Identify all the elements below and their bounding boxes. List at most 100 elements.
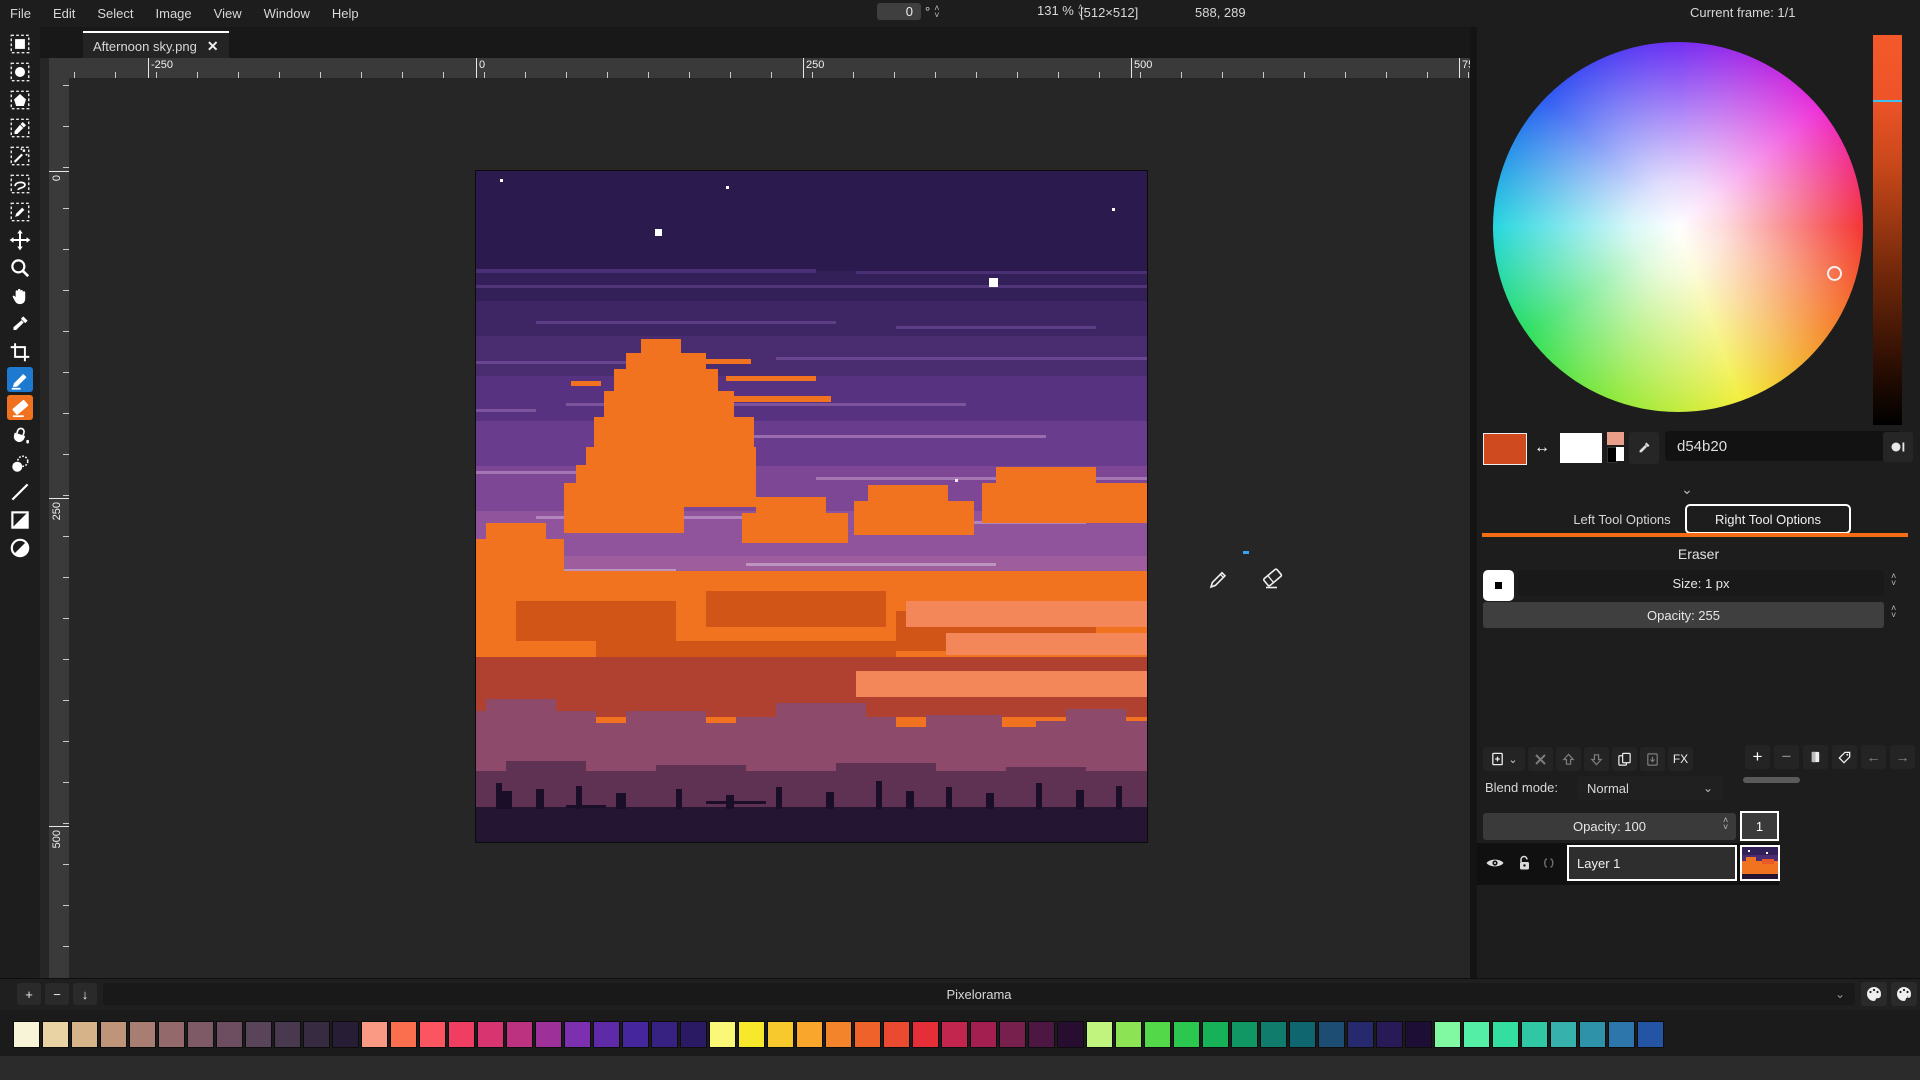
rotation-value[interactable]: 0 [877, 3, 921, 20]
value-slider[interactable] [1873, 35, 1902, 425]
tab-right-tool-options[interactable]: Right Tool Options [1685, 504, 1851, 534]
tool-ellipse[interactable] [7, 535, 33, 560]
palette-swatch[interactable] [767, 1021, 794, 1048]
tool-paint-select[interactable] [7, 199, 33, 224]
default-colors-top[interactable] [1607, 432, 1624, 445]
palette-swatch[interactable] [129, 1021, 156, 1048]
size-slider[interactable]: Size: 1 px [1518, 570, 1884, 596]
next-frame-button[interactable]: → [1890, 745, 1915, 769]
tool-zoom[interactable] [7, 255, 33, 280]
rotation-control[interactable]: 0 ° ˄˅ [877, 3, 939, 20]
tool-pan[interactable] [7, 283, 33, 308]
palette-swatch[interactable] [390, 1021, 417, 1048]
palette-swatch[interactable] [303, 1021, 330, 1048]
timeline-scrollbar[interactable] [1743, 777, 1800, 783]
clone-layer-button[interactable] [1612, 747, 1637, 771]
palette-swatch[interactable] [1637, 1021, 1664, 1048]
color-mode-button[interactable] [1883, 432, 1913, 462]
primary-color-swatch[interactable] [1483, 433, 1527, 465]
palette-swatch[interactable] [709, 1021, 736, 1048]
palette-swatch[interactable] [883, 1021, 910, 1048]
palette-swatch[interactable] [100, 1021, 127, 1048]
add-frame-button[interactable]: + [1745, 745, 1770, 769]
palette-swatch[interactable] [941, 1021, 968, 1048]
palette-swatch[interactable] [825, 1021, 852, 1048]
zoom-value[interactable]: 131 % [1037, 3, 1074, 18]
palette-swatch[interactable] [216, 1021, 243, 1048]
palette-swatch[interactable] [796, 1021, 823, 1048]
layer-name-field[interactable]: Layer 1 [1567, 845, 1737, 881]
palette-swatch[interactable] [1260, 1021, 1287, 1048]
tool-select-by-color[interactable] [7, 115, 33, 140]
palette-swatch[interactable] [1434, 1021, 1461, 1048]
menu-item[interactable]: View [214, 6, 242, 21]
menu-item[interactable]: Window [264, 6, 310, 21]
palette-swatch[interactable] [1115, 1021, 1142, 1048]
tab-afternoon-sky[interactable]: Afternoon sky.png ✕ [83, 31, 229, 60]
tab-close-icon[interactable]: ✕ [207, 38, 219, 55]
zoom-control[interactable]: 131 % ˄˅ [1037, 3, 1083, 18]
palette-swatch[interactable] [1579, 1021, 1606, 1048]
size-spinner[interactable]: ˄˅ [1891, 573, 1896, 587]
frame-1-button[interactable]: 1 [1740, 811, 1779, 841]
tool-shading[interactable] [7, 451, 33, 476]
tool-pencil-active-left[interactable] [7, 367, 33, 392]
palette-swatch[interactable] [738, 1021, 765, 1048]
tool-ellipse-select[interactable] [7, 59, 33, 84]
palette-swatch[interactable] [361, 1021, 388, 1048]
secondary-color-swatch[interactable] [1560, 433, 1602, 463]
layer-opacity-spinner[interactable]: ˄˅ [1723, 817, 1728, 831]
move-layer-up-button[interactable] [1556, 747, 1581, 771]
blend-mode-dropdown[interactable]: Normal ⌄ [1577, 776, 1723, 800]
remove-frame-button[interactable]: − [1774, 745, 1799, 769]
rotation-spinner[interactable]: ˄˅ [934, 5, 939, 19]
horizontal-ruler[interactable]: -250025050075 [49, 58, 1470, 78]
hex-color-input[interactable] [1665, 431, 1901, 461]
layer-opacity-slider[interactable]: Opacity: 100 [1483, 813, 1736, 840]
tool-rectangle-select[interactable] [7, 31, 33, 56]
layer-visibility-button[interactable] [1483, 853, 1507, 873]
palette-swatch[interactable] [1086, 1021, 1113, 1048]
tool-opacity-spinner[interactable]: ˄˅ [1891, 605, 1896, 619]
palette-swatch[interactable] [535, 1021, 562, 1048]
new-palette-button[interactable]: + [1891, 982, 1917, 1006]
palette-swatch[interactable] [448, 1021, 475, 1048]
add-swatch-button[interactable]: + [17, 983, 41, 1005]
palette-swatch[interactable] [651, 1021, 678, 1048]
tab-left-tool-options[interactable]: Left Tool Options [1547, 507, 1697, 531]
palette-swatch[interactable] [1608, 1021, 1635, 1048]
opacity-slider[interactable]: Opacity: 255 [1483, 602, 1884, 628]
palette-swatch[interactable] [1550, 1021, 1577, 1048]
palette-swatch[interactable] [187, 1021, 214, 1048]
menu-item[interactable]: Image [156, 6, 192, 21]
color-wheel[interactable] [1493, 42, 1863, 412]
palette-swatch[interactable] [1405, 1021, 1432, 1048]
value-slider-marker[interactable] [1873, 100, 1902, 102]
prev-frame-button[interactable]: ← [1861, 745, 1886, 769]
palette-swatch[interactable] [1231, 1021, 1258, 1048]
tool-lasso-select[interactable] [7, 171, 33, 196]
palette-swatch[interactable] [1318, 1021, 1345, 1048]
palette-swatch[interactable] [564, 1021, 591, 1048]
brush-preview[interactable] [1483, 570, 1514, 601]
color-wheel-marker[interactable] [1827, 266, 1842, 281]
add-layer-button[interactable]: ⌄ [1483, 747, 1525, 771]
cel-thumbnail[interactable] [1740, 845, 1780, 881]
palette-swatch[interactable] [506, 1021, 533, 1048]
palette-swatch[interactable] [274, 1021, 301, 1048]
tool-line[interactable] [7, 479, 33, 504]
palette-swatch[interactable] [1521, 1021, 1548, 1048]
clone-frame-button[interactable] [1803, 745, 1828, 769]
palette-swatch[interactable] [1492, 1021, 1519, 1048]
tool-polygon-select[interactable] [7, 87, 33, 112]
palette-swatch[interactable] [1173, 1021, 1200, 1048]
move-layer-down-button[interactable] [1584, 747, 1609, 771]
palette-swatch[interactable] [912, 1021, 939, 1048]
palette-swatch[interactable] [680, 1021, 707, 1048]
palette-swatch[interactable] [593, 1021, 620, 1048]
sort-swatches-button[interactable]: ↓ [73, 983, 97, 1005]
palette-swatch[interactable] [477, 1021, 504, 1048]
palette-swatch[interactable] [1463, 1021, 1490, 1048]
menu-item[interactable]: File [10, 6, 31, 21]
menu-item[interactable]: Select [97, 6, 133, 21]
